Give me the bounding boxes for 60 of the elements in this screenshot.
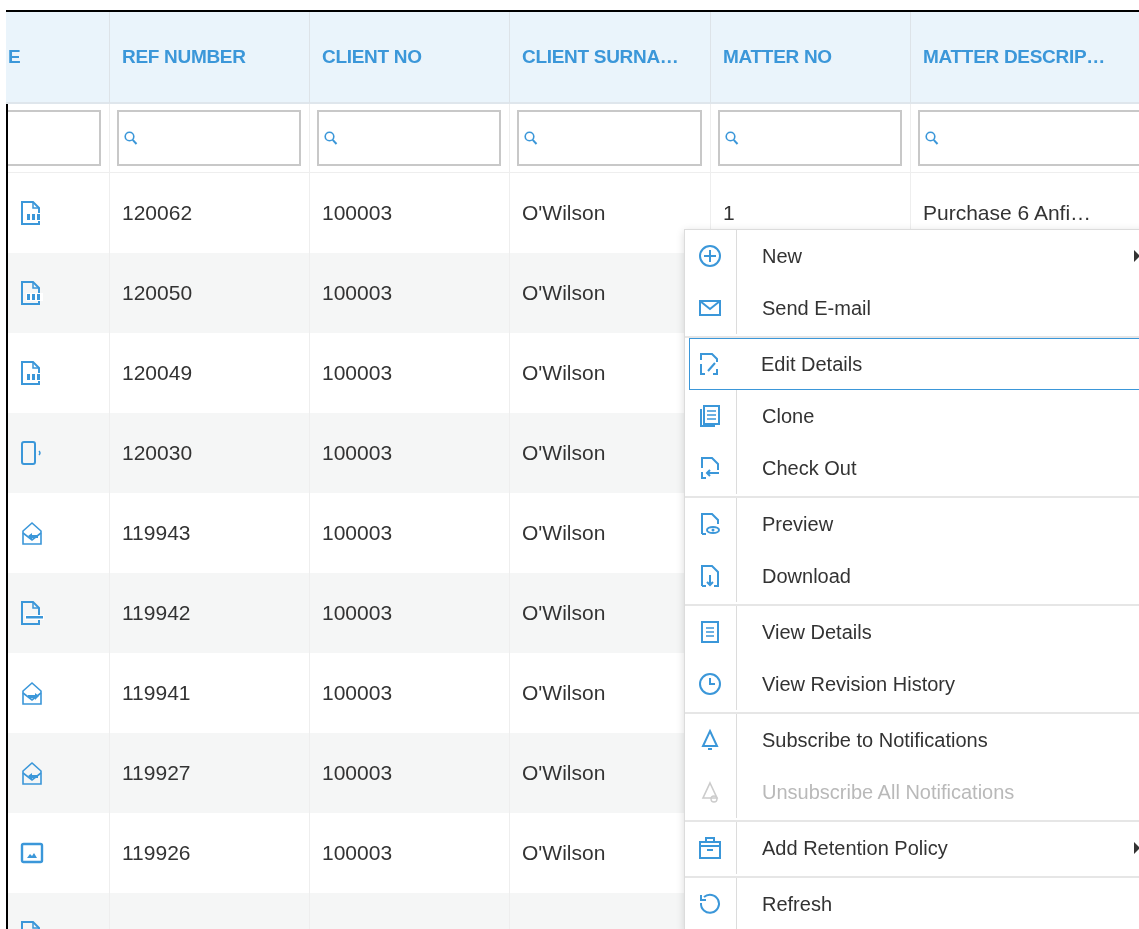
table-cell-text: O'Wilson bbox=[522, 680, 606, 707]
table-cell-text: 100003 bbox=[322, 680, 393, 707]
table-cell-text: 120062 bbox=[122, 200, 193, 227]
table-cell-text: O'Wilson bbox=[522, 360, 606, 387]
search-icon bbox=[324, 130, 338, 146]
filter-field[interactable] bbox=[317, 110, 501, 166]
table-cell-text: 119926 bbox=[122, 840, 191, 867]
filter-field[interactable] bbox=[918, 110, 1139, 166]
search-icon bbox=[524, 130, 538, 146]
menu-item[interactable]: Subscribe to Notifications bbox=[685, 714, 1139, 766]
menu-item[interactable]: Add Retention Policy bbox=[685, 822, 1139, 874]
document-eye-icon bbox=[698, 512, 722, 536]
table-cell-text: 1 bbox=[723, 200, 735, 227]
table-cell-text: 100003 bbox=[322, 440, 393, 467]
clock-icon bbox=[698, 672, 722, 696]
table-cell-text: 120030 bbox=[122, 440, 193, 467]
table-cell-text: O'Wilson bbox=[522, 520, 606, 547]
list-document-icon bbox=[698, 620, 722, 644]
table-cell-text: 120049 bbox=[122, 360, 193, 387]
table-cell-text: O'Wilson bbox=[522, 840, 606, 867]
table-cell-text: 119943 bbox=[122, 520, 191, 547]
table-cell-text: O'Wilson bbox=[522, 200, 606, 227]
filter-field[interactable] bbox=[718, 110, 902, 166]
menu-item[interactable]: Preview bbox=[685, 498, 1139, 550]
table-cell-text: 119941 bbox=[122, 680, 191, 707]
table-cell-text: O'Wilson bbox=[522, 760, 606, 787]
menu-item[interactable]: View Revision History bbox=[685, 658, 1139, 710]
archive-box-icon bbox=[698, 836, 722, 860]
copy-icon bbox=[698, 404, 722, 428]
table-cell-text: 100003 bbox=[322, 760, 393, 787]
edit-document-icon bbox=[697, 352, 721, 376]
search-icon bbox=[124, 130, 138, 146]
search-icon bbox=[725, 130, 739, 146]
table-cell-text: O'Wilson bbox=[522, 600, 606, 627]
table-cell-text: 100003 bbox=[322, 360, 393, 387]
menu-item[interactable]: Send E-mail bbox=[685, 282, 1139, 334]
table-cell-text: 100003 bbox=[322, 520, 393, 547]
menu-item[interactable]: View Details bbox=[685, 606, 1139, 658]
filter-field[interactable] bbox=[517, 110, 702, 166]
search-icon bbox=[925, 130, 939, 146]
table-cell-text: O'Wilson bbox=[522, 280, 606, 307]
document-arrow-icon bbox=[698, 456, 722, 480]
menu-item[interactable]: Refresh bbox=[685, 878, 1139, 929]
table-cell-text: 119927 bbox=[122, 760, 191, 787]
menu-item[interactable]: Download bbox=[685, 550, 1139, 602]
filter-field[interactable] bbox=[8, 110, 101, 166]
menu-item[interactable]: Edit Details bbox=[689, 338, 1139, 390]
table-cell-text: O'Wilson bbox=[522, 440, 606, 467]
plus-circle-icon bbox=[698, 244, 722, 268]
menu-item[interactable]: Check Out bbox=[685, 442, 1139, 494]
table-cell-text: 120050 bbox=[122, 280, 193, 307]
table-cell-text: 100003 bbox=[322, 600, 393, 627]
document-download-icon bbox=[698, 564, 722, 588]
table-cell-text: 100003 bbox=[322, 280, 393, 307]
table-cell-text: 100003 bbox=[322, 200, 393, 227]
refresh-icon bbox=[698, 892, 722, 916]
filter-field[interactable] bbox=[117, 110, 301, 166]
table-cell-text: Purchase 6 Anfi… bbox=[923, 200, 1092, 227]
table-cell-text: 100003 bbox=[322, 840, 393, 867]
table-cell-text: 119942 bbox=[122, 600, 191, 627]
